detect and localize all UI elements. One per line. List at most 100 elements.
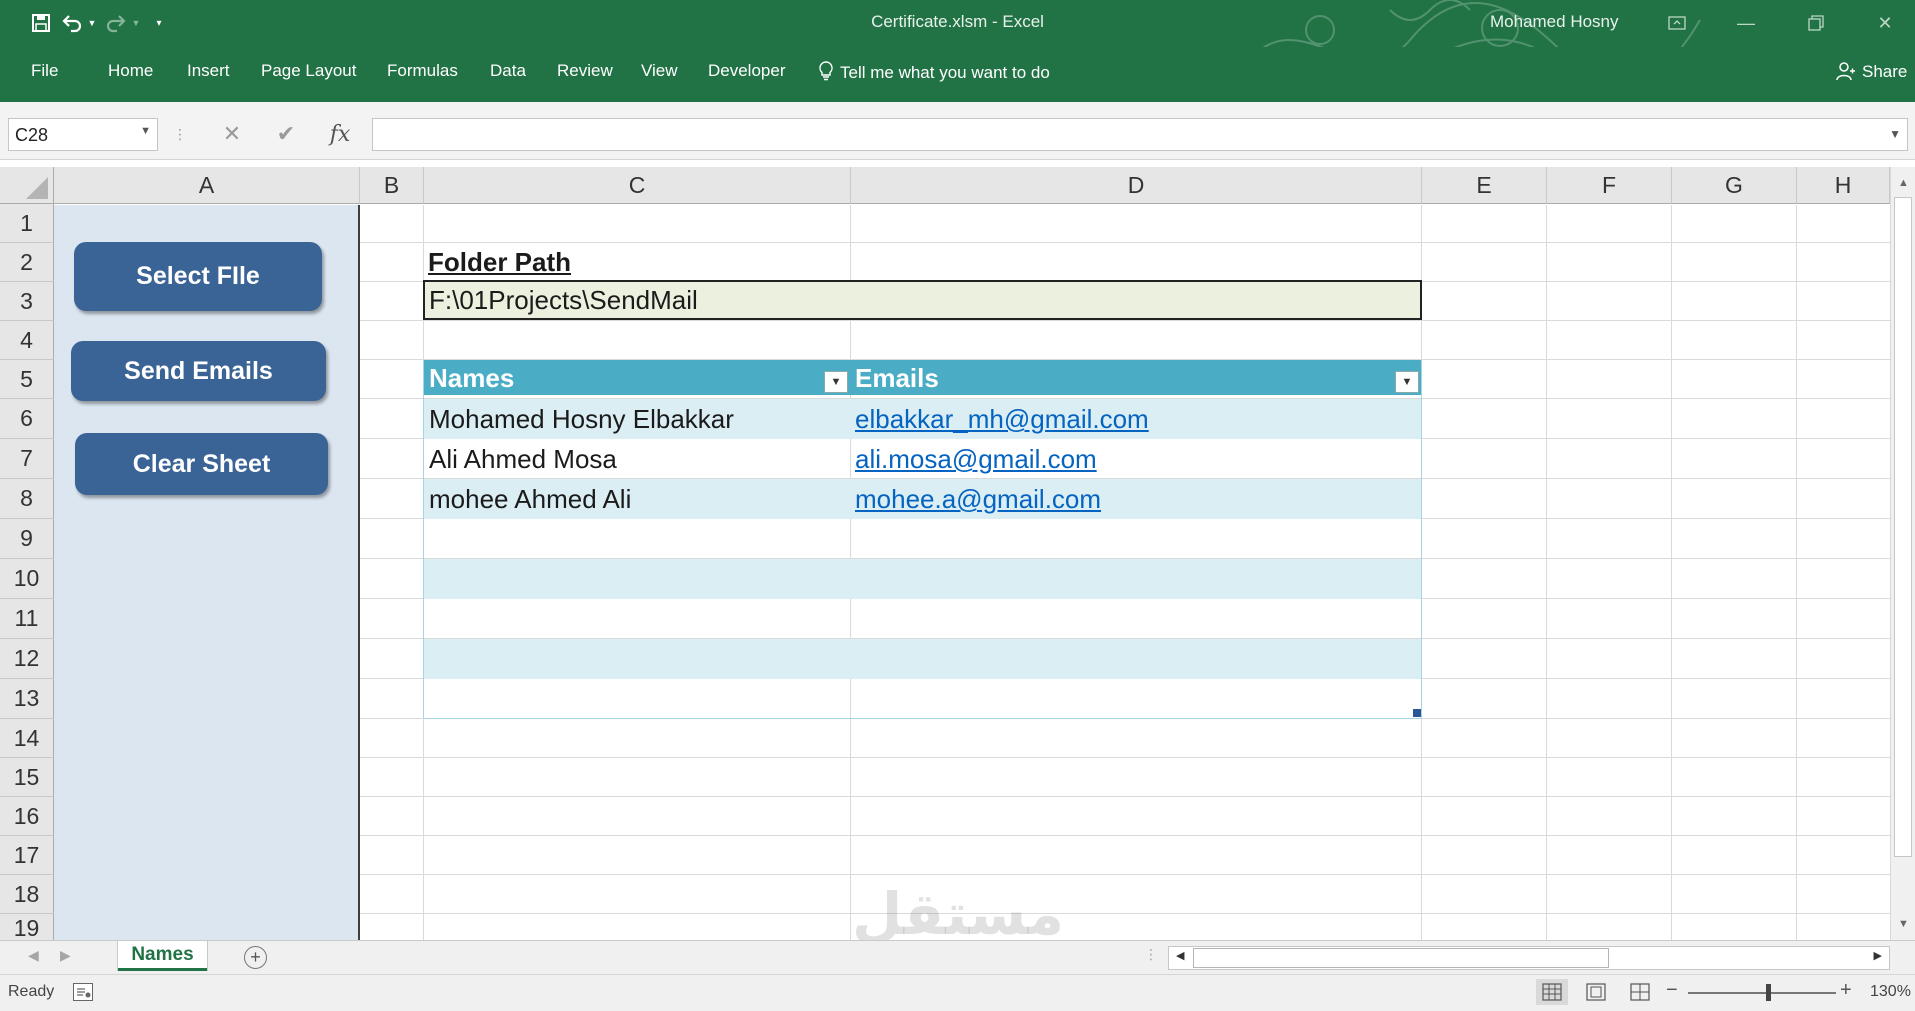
column-header-g[interactable]: G xyxy=(1672,167,1797,204)
select-all-button[interactable] xyxy=(0,167,54,204)
column-header-b[interactable]: B xyxy=(360,167,424,204)
restore-button[interactable] xyxy=(1796,8,1836,38)
close-button[interactable]: ✕ xyxy=(1865,8,1905,38)
column-header-c[interactable]: C xyxy=(424,167,851,204)
formula-bar-grip[interactable]: ⋮ xyxy=(170,116,190,152)
row-header[interactable]: 19 xyxy=(0,914,54,940)
grip-icon: ⋮ xyxy=(173,125,187,142)
table-cell-email-link[interactable]: mohee.a@gmail.com xyxy=(855,484,1101,515)
clear-sheet-button[interactable]: Clear Sheet xyxy=(75,433,328,495)
name-box[interactable]: C28 ▼ xyxy=(8,118,158,151)
row-header[interactable]: 17 xyxy=(0,836,54,875)
table-cell-name: Mohamed Hosny Elbakkar xyxy=(429,404,734,434)
row-header[interactable]: 14 xyxy=(0,719,54,758)
filter-emails-button[interactable]: ▼ xyxy=(1395,371,1419,393)
macro-recording-button[interactable] xyxy=(73,983,93,1001)
row-header[interactable]: 8 xyxy=(0,479,54,519)
tab-data[interactable]: Data xyxy=(490,61,526,81)
tab-formulas[interactable]: Formulas xyxy=(387,61,458,81)
tab-view[interactable]: View xyxy=(641,61,678,81)
tell-me-search[interactable]: Tell me what you want to do xyxy=(818,61,1050,83)
row-header[interactable]: 16 xyxy=(0,797,54,836)
zoom-slider[interactable] xyxy=(1688,992,1836,994)
column-header-a[interactable]: A xyxy=(54,167,360,204)
chevron-down-icon[interactable]: ▼ xyxy=(140,125,151,137)
zoom-in-button[interactable]: + xyxy=(1840,979,1852,1002)
ribbon-display-button[interactable] xyxy=(1657,8,1697,38)
formula-bar: C28 ▼ ⋮ ✕ ✔ fx ▼ xyxy=(0,102,1915,160)
tab-review[interactable]: Review xyxy=(557,61,613,81)
row-header[interactable]: 9 xyxy=(0,519,54,559)
tab-developer[interactable]: Developer xyxy=(708,61,786,81)
row-header[interactable]: 13 xyxy=(0,679,54,719)
minimize-icon: — xyxy=(1737,12,1755,33)
table-resize-handle[interactable] xyxy=(1413,709,1421,717)
vertical-scroll-thumb[interactable] xyxy=(1894,197,1912,857)
filter-dropdown-icon: ▼ xyxy=(1401,376,1413,388)
horizontal-scrollbar[interactable]: ◀ ▶ xyxy=(1168,946,1890,970)
select-file-button[interactable]: Select FIle xyxy=(74,242,322,311)
grid-line xyxy=(1671,205,1672,940)
row-header[interactable]: 1 xyxy=(0,204,54,243)
sheet-next-button[interactable]: ▶ xyxy=(60,947,71,964)
vertical-scrollbar[interactable]: ▲ ▼ xyxy=(1890,167,1915,940)
column-header-e[interactable]: E xyxy=(1422,167,1547,204)
ribbon-tabs: File Home Insert Page Layout Formulas Da… xyxy=(0,47,1915,102)
table-cell-email-link[interactable]: elbakkar_mh@gmail.com xyxy=(855,404,1149,435)
row-header[interactable]: 3 xyxy=(0,282,54,321)
zoom-level[interactable]: 130% xyxy=(1870,983,1911,1001)
row-header[interactable]: 2 xyxy=(0,243,54,282)
table-border xyxy=(423,360,424,718)
scroll-right-button[interactable]: ▶ xyxy=(1874,949,1882,962)
send-emails-button[interactable]: Send Emails xyxy=(71,341,326,401)
tab-file[interactable]: File xyxy=(31,61,58,81)
zoom-out-button[interactable]: − xyxy=(1666,979,1678,1002)
column-header-d[interactable]: D xyxy=(851,167,1422,204)
scroll-up-button[interactable]: ▲ xyxy=(1891,171,1915,195)
row-header[interactable]: 4 xyxy=(0,321,54,360)
tab-page-layout[interactable]: Page Layout xyxy=(261,61,356,81)
status-bar: Ready − + 130% xyxy=(0,974,1915,1011)
expand-formula-icon[interactable]: ▼ xyxy=(1889,127,1901,141)
sheet-tab-names[interactable]: Names xyxy=(118,941,207,971)
arrow-left-icon: ◀ xyxy=(1176,950,1185,962)
zoom-slider-thumb[interactable] xyxy=(1766,984,1771,1001)
column-header-f[interactable]: F xyxy=(1547,167,1672,204)
row-header[interactable]: 15 xyxy=(0,758,54,797)
row-header[interactable]: 12 xyxy=(0,639,54,679)
row-header[interactable]: 5 xyxy=(0,360,54,399)
row-header[interactable]: 10 xyxy=(0,559,54,599)
cancel-entry-button[interactable]: ✕ xyxy=(212,116,252,152)
tab-home[interactable]: Home xyxy=(108,61,153,81)
tab-insert[interactable]: Insert xyxy=(187,61,230,81)
column-header-h[interactable]: H xyxy=(1797,167,1890,204)
row-header[interactable]: 18 xyxy=(0,875,54,914)
share-label: Share xyxy=(1862,62,1908,81)
enter-button[interactable]: ✔ xyxy=(266,116,306,152)
row-header[interactable]: 11 xyxy=(0,599,54,639)
title-bar: ▼ ▼ ▾ Certificate.xlsm - Excel Mohamed H… xyxy=(0,0,1915,91)
sheet-prev-button[interactable]: ◀ xyxy=(28,947,39,964)
formula-input[interactable]: ▼ xyxy=(372,118,1908,151)
normal-view-button[interactable] xyxy=(1536,979,1568,1005)
user-name[interactable]: Mohamed Hosny xyxy=(1490,12,1619,32)
row-header[interactable]: 7 xyxy=(0,439,54,479)
insert-function-button[interactable]: fx xyxy=(320,116,360,152)
grid-line xyxy=(360,796,1890,797)
scroll-down-button[interactable]: ▼ xyxy=(1891,912,1915,936)
table-cell-email-link[interactable]: ali.mosa@gmail.com xyxy=(855,444,1097,475)
arrow-right-icon: ▶ xyxy=(60,947,71,963)
page-break-view-button[interactable] xyxy=(1624,979,1656,1005)
new-sheet-button[interactable]: + xyxy=(244,946,267,969)
share-button[interactable]: Share xyxy=(1835,61,1907,82)
scroll-left-button[interactable]: ◀ xyxy=(1176,949,1184,962)
horizontal-scroll-thumb[interactable] xyxy=(1193,948,1609,968)
worksheet-grid[interactable]: A B C D E F G H 1 2 3 4 5 6 7 8 9 10 11 … xyxy=(0,167,1890,940)
table-cell-name: Ali Ahmed Mosa xyxy=(429,444,617,474)
page-layout-view-button[interactable] xyxy=(1580,979,1612,1005)
minimize-button[interactable]: — xyxy=(1726,8,1766,38)
row-header[interactable]: 6 xyxy=(0,399,54,439)
table-header-emails: Emails xyxy=(855,363,939,393)
filter-names-button[interactable]: ▼ xyxy=(824,371,848,393)
tab-split-handle[interactable]: ⋮ xyxy=(1144,946,1158,963)
